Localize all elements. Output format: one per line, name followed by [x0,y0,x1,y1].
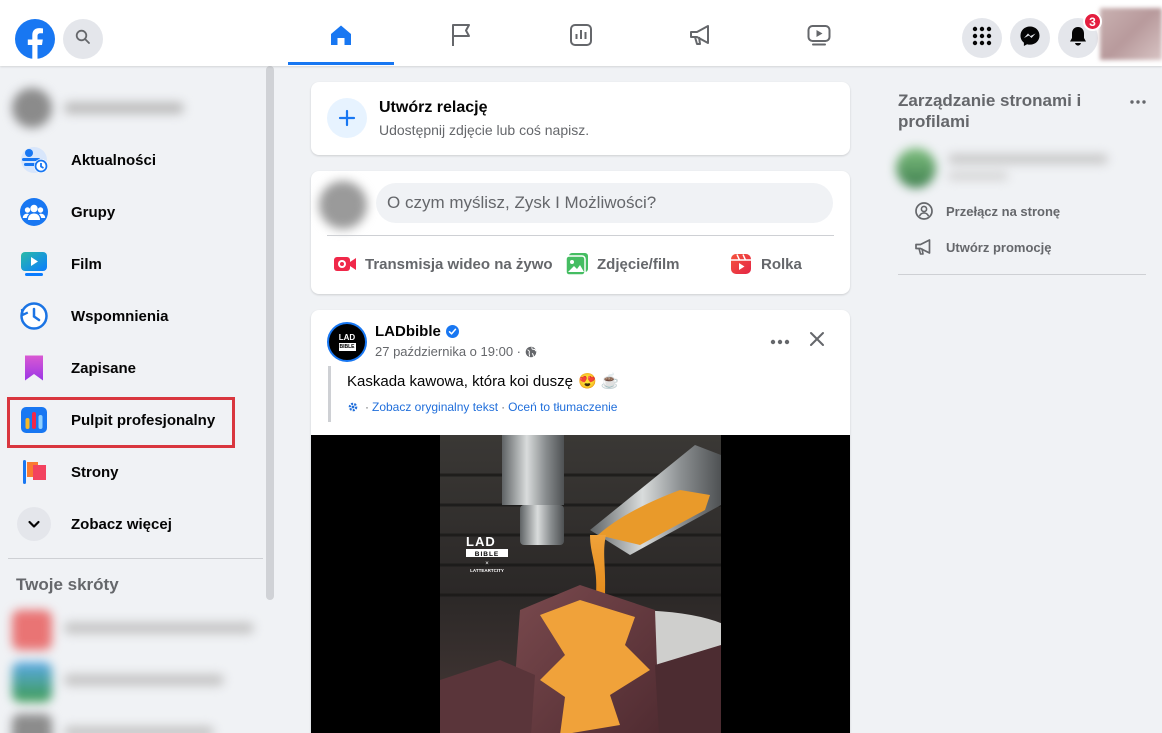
bar-chart-icon [568,22,594,53]
reel-icon [729,252,753,276]
sidebar-item-label: Aktualności [71,151,157,169]
translation-quote-bar [328,366,331,422]
create-story-subtitle: Udostępnij zdjęcie lub coś napisz. [379,122,590,138]
tab-video[interactable] [766,11,872,63]
gear-icon [347,401,359,413]
more-options-icon [770,332,790,350]
pages-icon [16,454,52,490]
video-watermark-lad: LAD [466,534,496,549]
sidebar-item-label: Film [71,255,102,273]
tab-pages[interactable] [408,11,514,63]
tab-ads[interactable] [648,11,754,63]
search-button[interactable] [63,19,103,59]
plus-icon [327,98,367,138]
more-options-icon [1130,91,1146,109]
live-video-button[interactable]: Transmisja wideo na żywo [333,249,553,279]
saved-icon [16,350,52,386]
memories-icon [16,298,52,334]
video-frame[interactable]: LAD BIBLE × LATTEARTCITY [440,435,721,733]
managed-page-item[interactable] [890,144,1130,192]
megaphone-icon [688,22,714,53]
feed-post: LAD BIBLE LADbible 27 października o 19:… [311,310,850,733]
sidebar-profile-link[interactable] [8,82,198,130]
shortcut-item[interactable] [8,604,273,656]
translation-links: · Zobacz oryginalny tekst · Oceń to tłum… [347,400,617,414]
highlight-box [7,397,235,448]
photo-video-icon [565,252,589,276]
manage-pages-heading: Zarządzanie stronami i profilami [898,91,1082,131]
hide-post-button[interactable] [803,327,831,355]
chevron-down-icon [17,507,51,541]
globe-icon [525,346,537,358]
shortcuts-heading: Twoje skróty [16,575,119,594]
create-story-card[interactable]: Utwórz relację Udostępnij zdjęcie lub co… [311,82,850,155]
groups-icon [16,194,52,230]
facebook-logo-icon[interactable] [14,18,56,60]
create-story-title: Utwórz relację [379,99,488,116]
sidebar-item-groups[interactable]: Grupy [8,186,264,238]
sidebar-item-label: Grupy [71,203,116,221]
sidebar-item-label: Zobacz więcej [71,515,172,533]
post-options-button[interactable] [766,327,794,355]
photo-video-button[interactable]: Zdjęcie/film [565,249,680,279]
video-watermark-x: × [485,561,489,567]
post-author-name[interactable]: LADbible [375,323,459,340]
account-avatar[interactable] [1100,8,1162,60]
video-watermark-partner: LATTEARTCITY [470,568,504,573]
avatar [12,88,52,128]
video-icon [806,22,832,53]
sidebar-item-memories[interactable]: Wspomnienia [8,290,264,342]
post-text: Kaskada kawowa, która koi duszę 😍 ☕ [347,372,620,391]
left-sidebar-scrollbar[interactable] [266,66,274,600]
avatar [319,181,367,229]
close-icon [809,331,825,352]
sidebar-item-label: Zapisane [71,359,137,377]
grid-menu-icon [972,26,992,51]
search-icon [75,29,91,50]
switch-profile-icon [914,201,934,221]
news-feed-icon [16,142,52,178]
composer-card: O czym myślisz, Zysk I Możliwości? Trans… [311,171,850,294]
top-navigation-bar: 3 [0,0,1162,66]
video-watermark-bible: BIBLE [475,551,500,558]
shortcut-item[interactable] [8,708,273,733]
see-original-link[interactable]: Zobacz oryginalny tekst [372,400,498,414]
see-more-button[interactable]: Zobacz więcej [8,498,264,550]
watch-icon [16,246,52,282]
messenger-icon [1019,25,1041,52]
bell-icon [1068,25,1088,52]
create-promotion-link[interactable]: Utwórz promocję [914,236,1051,258]
verified-badge-icon [445,325,459,338]
notification-badge: 3 [1083,12,1102,31]
composer-input[interactable]: O czym myślisz, Zysk I Możliwości? [376,183,833,223]
sidebar-item-pages[interactable]: Strony [8,446,264,498]
divider [327,235,834,236]
megaphone-icon [914,237,934,257]
shortcut-item[interactable] [8,656,273,708]
manage-pages-options-button[interactable] [1126,88,1150,112]
reel-button[interactable]: Rolka [729,249,802,279]
menu-button[interactable] [962,18,1002,58]
live-video-icon [333,252,357,276]
flag-icon [448,22,474,53]
switch-to-page-link[interactable]: Przełącz na stronę [914,200,1060,222]
tab-home[interactable] [288,11,394,65]
sidebar-item-saved[interactable]: Zapisane [8,342,264,394]
divider [898,274,1146,275]
home-icon [328,22,354,53]
post-author-avatar[interactable]: LAD BIBLE [327,322,367,362]
sidebar-item-label: Wspomnienia [71,307,169,325]
rate-translation-link[interactable]: Oceń to tłumaczenie [508,400,617,414]
sidebar-item-label: Strony [71,463,119,481]
messenger-button[interactable] [1010,18,1050,58]
sidebar-item-watch[interactable]: Film [8,238,264,290]
post-video-player[interactable]: LAD BIBLE × LATTEARTCITY [311,435,850,733]
post-timestamp[interactable]: 27 października o 19:00 · [375,344,537,359]
divider [8,558,263,559]
tab-dashboard[interactable] [528,11,634,63]
sidebar-item-news-feed[interactable]: Aktualności [8,134,264,186]
